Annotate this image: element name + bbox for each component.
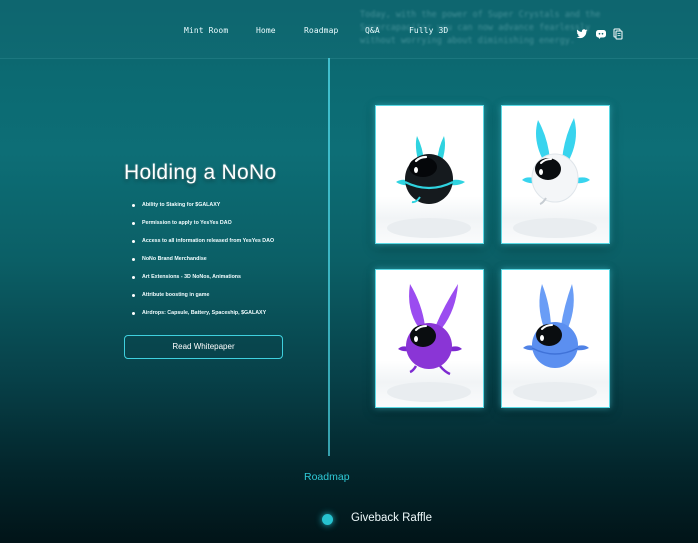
benefit-item: Attribute boosting in game (132, 286, 274, 304)
nav-link-fully-3d[interactable]: Fully 3D (409, 26, 448, 35)
nft-card-white-nono[interactable] (501, 105, 610, 244)
purple-nono-image (387, 284, 471, 402)
document-icon[interactable] (612, 25, 624, 40)
white-nono-image (513, 118, 597, 238)
benefit-item: Access to all information released from … (132, 232, 274, 250)
bullet-icon (132, 293, 135, 297)
roadmap-milestone-dot-icon (322, 514, 333, 525)
benefit-item: NoNo Brand Merchandise (132, 250, 274, 268)
black-nono-image (387, 136, 471, 238)
roadmap-item-title: Giveback Raffle (351, 512, 432, 524)
top-navbar: Today, with the power of Super Crystals … (0, 0, 698, 59)
roadmap-heading: Roadmap (304, 471, 350, 483)
nav-link-roadmap[interactable]: Roadmap (304, 26, 338, 35)
nft-card-blue-nono[interactable] (501, 269, 610, 408)
bullet-icon (132, 311, 135, 315)
benefit-item: Airdrops: Capsule, Battery, Spaceship, $… (132, 304, 274, 322)
holding-title: Holding a NoNo (124, 161, 277, 184)
benefit-item: Ability to Staking for $GALAXY (132, 196, 274, 214)
read-whitepaper-button[interactable]: Read Whitepaper (124, 335, 283, 359)
blue-nono-image (513, 284, 597, 402)
benefits-list: Ability to Staking for $GALAXY Permissio… (132, 196, 274, 322)
twitter-icon[interactable] (576, 25, 588, 39)
bullet-icon (132, 221, 135, 225)
bullet-icon (132, 275, 135, 279)
timeline-divider (328, 58, 330, 456)
nav-link-qa[interactable]: Q&A (365, 26, 380, 35)
bullet-icon (132, 203, 135, 207)
nav-link-home[interactable]: Home (256, 26, 276, 35)
bullet-icon (132, 257, 135, 261)
nav-background-text: Today, with the power of Super Crystals … (360, 10, 601, 46)
nft-card-black-nono[interactable] (375, 105, 484, 244)
bullet-icon (132, 239, 135, 243)
nav-link-mint-room[interactable]: Mint Room (184, 26, 228, 35)
benefit-item: Art Extensions - 3D NoNos, Animations (132, 268, 274, 286)
nft-card-purple-nono[interactable] (375, 269, 484, 408)
benefit-item: Permission to apply to YesYes DAO (132, 214, 274, 232)
discord-icon[interactable] (595, 25, 607, 39)
